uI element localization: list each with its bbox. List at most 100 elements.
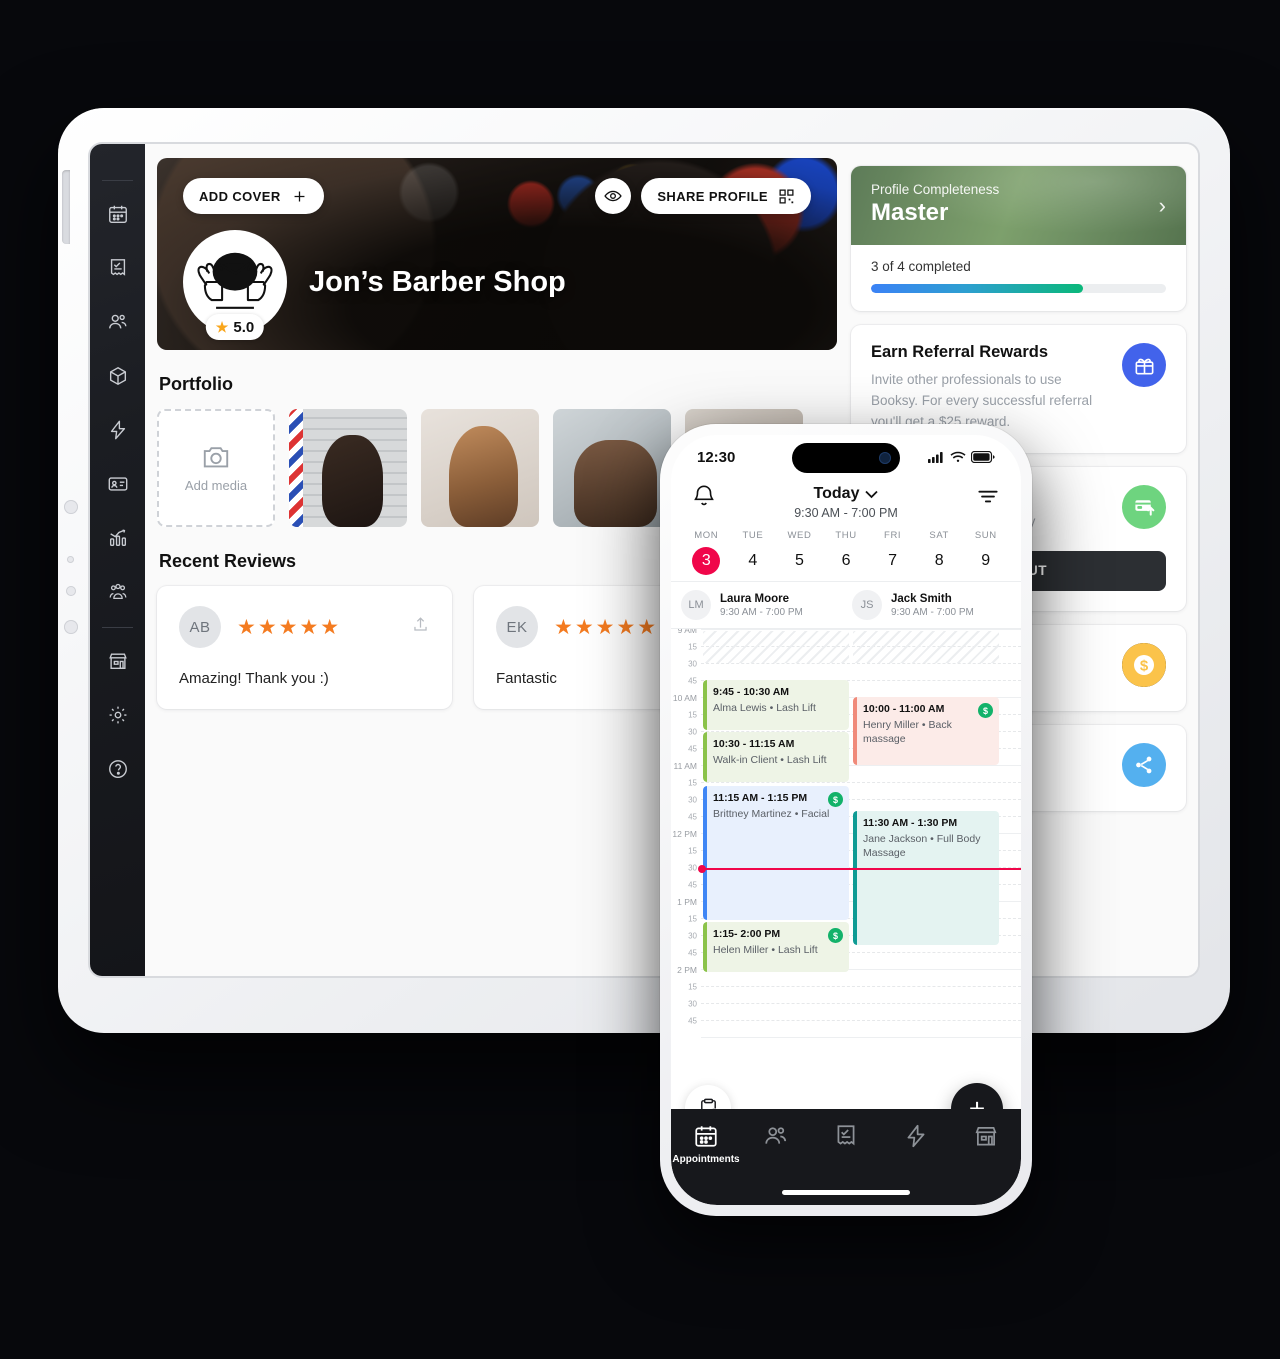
- sidebar-item-storefront[interactable]: [99, 642, 137, 680]
- appointment-block[interactable]: 11:30 AM - 1:30 PM Jane Jackson • Full B…: [853, 811, 999, 945]
- tablet-camera-dot: [66, 586, 76, 596]
- time-label: 15: [688, 642, 697, 652]
- review-stars: ★★★★★: [554, 615, 659, 639]
- sidebar-item-calendar[interactable]: [99, 195, 137, 233]
- staff-column[interactable]: LM Laura Moore 9:30 AM - 7:00 PM: [675, 590, 846, 620]
- storefront-icon: [975, 1127, 997, 1146]
- sidebar-item-staff[interactable]: [99, 573, 137, 611]
- portfolio-title: Portfolio: [159, 374, 233, 394]
- tab-checkout[interactable]: [811, 1123, 881, 1149]
- sidebar-item-help[interactable]: [99, 750, 137, 788]
- add-cover-button[interactable]: ADD COVER: [183, 178, 324, 214]
- week-day-label: SAT: [929, 530, 949, 541]
- staff-name: Laura Moore: [720, 592, 790, 605]
- appointment-block[interactable]: 1:15- 2:00 PM Helen Miller • Lash Lift $: [703, 922, 849, 972]
- bell-icon: [694, 485, 714, 506]
- sidebar-item-customers[interactable]: [99, 303, 137, 341]
- appointment-time: 10:30 - 11:15 AM: [713, 738, 795, 750]
- preview-profile-button[interactable]: [595, 178, 632, 214]
- eye-icon: [604, 190, 623, 202]
- appointment-time: 11:30 AM - 1:30 PM: [863, 817, 958, 829]
- portfolio-thumbnail[interactable]: [421, 409, 539, 527]
- tablet-volume-down-button[interactable]: [64, 620, 78, 634]
- appointment-time: 1:15- 2:00 PM: [713, 928, 781, 940]
- add-media-button[interactable]: Add media: [157, 409, 275, 527]
- cover-photo: ADD COVER SHARE PROFILE ★ 5.0 Jon’s Barb…: [157, 158, 837, 350]
- paid-badge: $: [828, 928, 843, 943]
- review-card: AB ★★★★★ Amazing! Thank you :): [157, 586, 452, 709]
- time-label: 30: [688, 727, 697, 737]
- week-day-label: MON: [694, 530, 719, 541]
- profile-identity: ★ 5.0 Jon’s Barber Shop: [183, 230, 566, 340]
- week-day-tue[interactable]: TUE 4: [730, 530, 777, 575]
- week-day-wed[interactable]: WED 5: [776, 530, 823, 575]
- profile-completeness-card[interactable]: Profile Completeness Master › 3 of 4 com…: [851, 166, 1186, 311]
- time-label: 9 AM: [677, 629, 697, 635]
- week-day-number: 3: [692, 547, 721, 575]
- appointment-time: 9:45 - 10:30 AM: [713, 686, 790, 698]
- avatar: AB: [179, 606, 221, 648]
- week-day-label: TUE: [742, 530, 764, 541]
- week-day-thu[interactable]: THU 6: [823, 530, 870, 575]
- share-profile-label: SHARE PROFILE: [657, 188, 768, 204]
- share-review-icon[interactable]: [411, 615, 430, 639]
- date-selector[interactable]: Today 9:30 AM - 7:00 PM: [794, 485, 898, 520]
- week-day-label: FRI: [884, 530, 902, 541]
- tablet-device: ADD COVER SHARE PROFILE ★ 5.0 Jon’s Barb…: [58, 108, 1230, 1033]
- time-label: 30: [688, 931, 697, 941]
- appointment-block[interactable]: 10:30 - 11:15 AM Walk-in Client • Lash L…: [703, 732, 849, 782]
- filter-icon: [978, 490, 998, 503]
- portfolio-thumbnail[interactable]: [553, 409, 671, 527]
- time-label: 15: [688, 982, 697, 992]
- sidebar-item-business-card[interactable]: [99, 465, 137, 503]
- appointment-block[interactable]: 10:00 - 11:00 AM Henry Miller • Back mas…: [853, 697, 999, 765]
- week-day-number: 5: [794, 552, 804, 569]
- svg-text:$: $: [1140, 657, 1149, 674]
- filter-button[interactable]: [975, 483, 1001, 514]
- tab-boost[interactable]: [881, 1123, 951, 1149]
- week-day-fri[interactable]: FRI 7: [869, 530, 916, 575]
- sidebar-item-settings[interactable]: [99, 696, 137, 734]
- share-profile-button[interactable]: SHARE PROFILE: [641, 178, 811, 214]
- appointment-detail: Alma Lewis • Lash Lift: [713, 702, 816, 714]
- status-indicators: [928, 451, 995, 463]
- tablet-volume-up-button[interactable]: [64, 500, 78, 514]
- tab-storefront[interactable]: [951, 1123, 1021, 1149]
- phone-device: 12:30 Today 9:30 AM - 7:00 PM MON 3 TUE …: [660, 424, 1032, 1216]
- wifi-icon: [950, 451, 966, 462]
- week-day-sat[interactable]: SAT 8: [916, 530, 963, 575]
- time-label: 30: [688, 863, 697, 873]
- sidebar-item-analytics[interactable]: [99, 519, 137, 557]
- time-label: 45: [688, 948, 697, 958]
- sidebar-item-inventory[interactable]: [99, 357, 137, 395]
- signal-icon: [928, 452, 943, 463]
- barber-hands-logo-icon: [197, 252, 273, 309]
- sidebar-item-boost[interactable]: [99, 411, 137, 449]
- rating-badge: ★ 5.0: [205, 314, 265, 340]
- week-day-number: 7: [888, 552, 898, 569]
- time-gutter: 9 AM 15 30 45 10 AM 15 30 45 11 AM 15 30…: [671, 629, 701, 1047]
- week-day-mon[interactable]: MON 3: [683, 530, 730, 575]
- staff-column[interactable]: JS Jack Smith 9:30 AM - 7:00 PM: [846, 590, 1017, 620]
- tab-customers[interactable]: [741, 1123, 811, 1149]
- sidebar-item-checkout[interactable]: [99, 249, 137, 287]
- portfolio-thumbnail[interactable]: [289, 409, 407, 527]
- notifications-button[interactable]: [691, 483, 717, 514]
- qr-code-icon: [779, 188, 794, 204]
- chevron-down-icon[interactable]: [865, 490, 879, 499]
- appointment-time: 10:00 - 11:00 AM: [863, 703, 945, 715]
- week-strip: MON 3 TUE 4 WED 5 THU 6 FRI 7 SAT 8 SUN …: [671, 520, 1021, 581]
- chevron-right-icon[interactable]: ›: [1159, 193, 1166, 219]
- cover-right-actions: SHARE PROFILE: [595, 178, 811, 214]
- appointment-block[interactable]: 9:45 - 10:30 AM Alma Lewis • Lash Lift: [703, 680, 849, 730]
- time-label: 10 AM: [672, 693, 697, 703]
- profile-completeness-progress-label: 3 of 4 completed: [871, 259, 971, 274]
- week-day-sun[interactable]: SUN 9: [962, 530, 1009, 575]
- tablet-power-button[interactable]: [62, 170, 70, 244]
- time-label: 15: [688, 846, 697, 856]
- appointment-block[interactable]: 11:15 AM - 1:15 PM Brittney Martinez • F…: [703, 786, 849, 920]
- appointment-detail: Henry Miller • Back massage: [863, 719, 952, 746]
- progress-bar-track: [871, 284, 1166, 293]
- calendar-grid[interactable]: 9 AM 15 30 45 10 AM 15 30 45 11 AM 15 30…: [671, 629, 1021, 1047]
- tab-appointments[interactable]: Appointments: [671, 1123, 741, 1165]
